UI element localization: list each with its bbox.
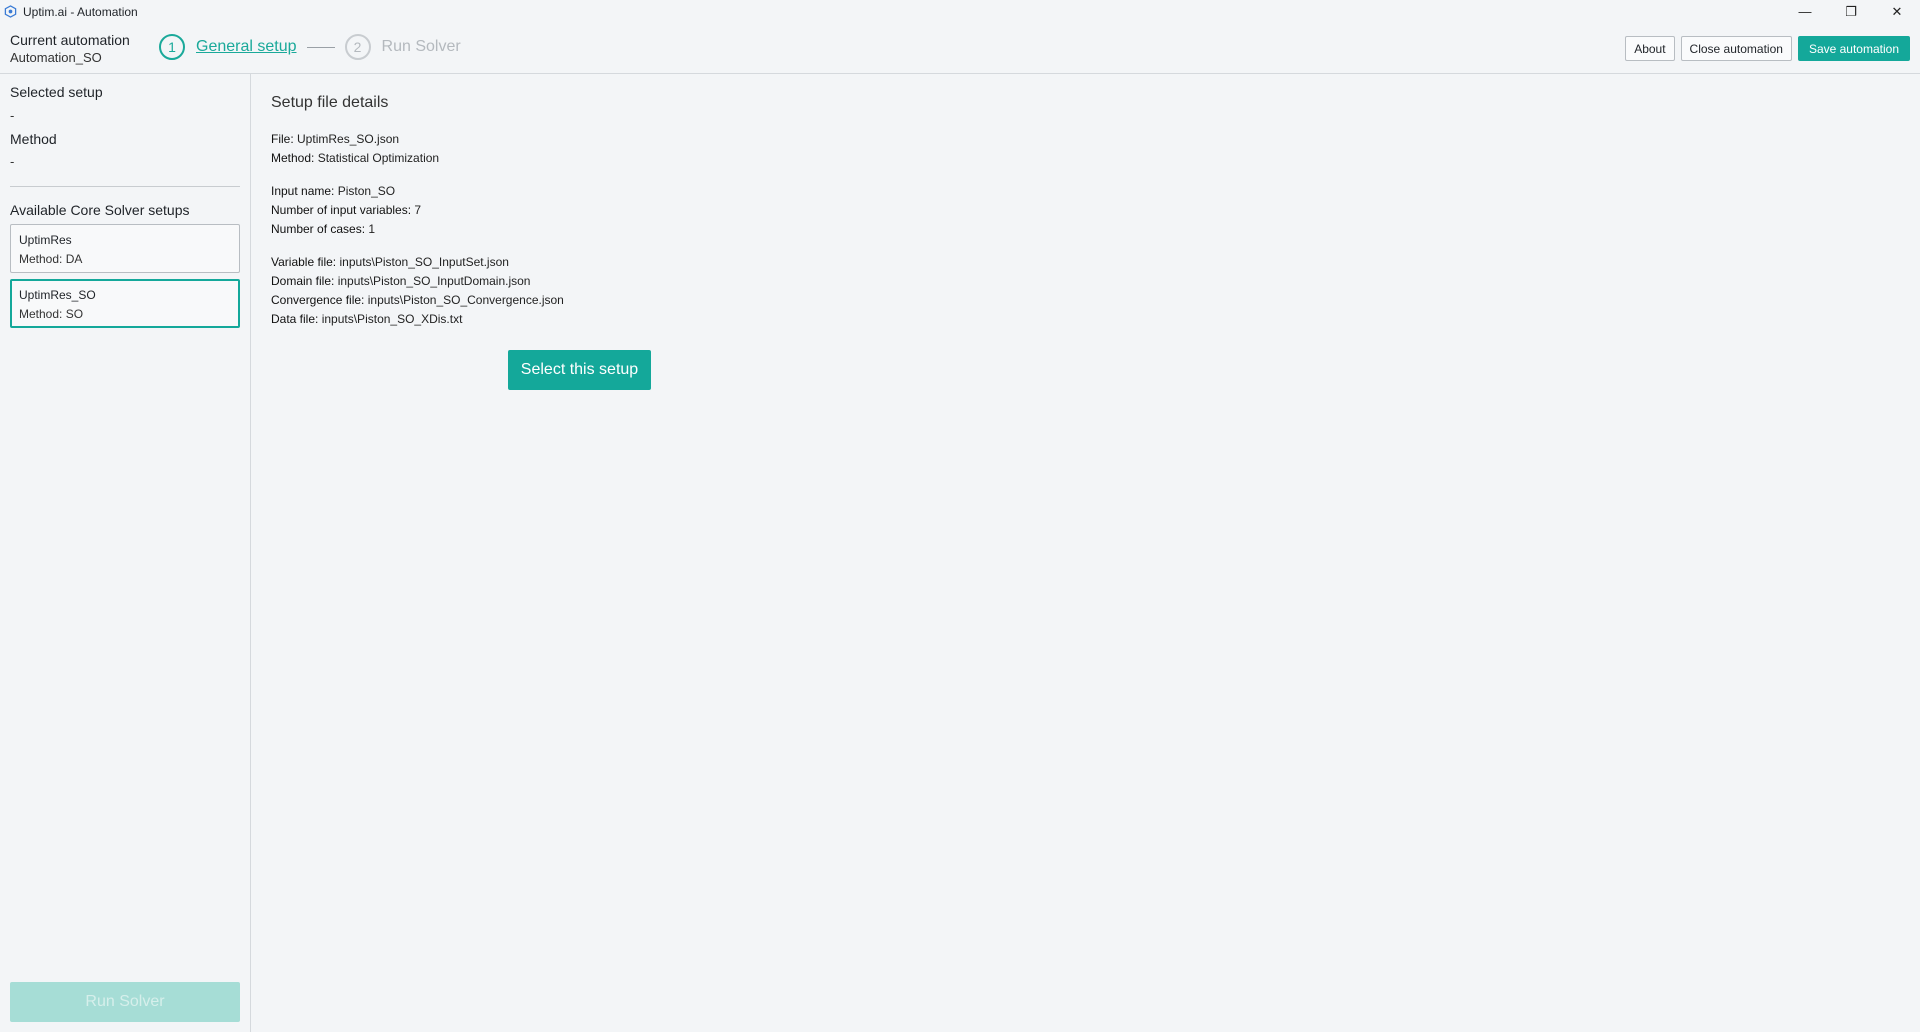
detail-key: Number of input variables: xyxy=(271,203,412,217)
setup-card-name: UptimRes_SO xyxy=(19,288,96,302)
save-automation-button[interactable]: Save automation xyxy=(1797,36,1910,61)
method-label: Method xyxy=(10,131,57,147)
detail-key: Data file: xyxy=(271,312,319,326)
step-general-setup[interactable]: General setup xyxy=(196,38,297,56)
detail-row: Method: Statistical Optimization xyxy=(271,149,439,168)
run-solver-button[interactable]: Run Solver xyxy=(10,982,240,1022)
detail-row: Data file: inputs\Piston_SO_XDis.txt xyxy=(271,310,564,329)
selected-setup-value: - xyxy=(10,108,15,123)
method-value: - xyxy=(10,154,15,169)
detail-value: UptimRes_SO.json xyxy=(297,132,400,146)
detail-row: Variable file: inputs\Piston_SO_InputSet… xyxy=(271,253,564,272)
current-automation-value: Automation_SO xyxy=(10,50,102,65)
detail-row: File: UptimRes_SO.json xyxy=(271,130,439,149)
sidebar-divider xyxy=(10,186,240,187)
stepper: 1 General setup 2 Run Solver xyxy=(159,32,461,62)
detail-key: Method: xyxy=(271,151,315,165)
detail-row: Number of cases: 1 xyxy=(271,220,421,239)
step-1-number: 1 xyxy=(159,34,185,60)
page-title: Setup file details xyxy=(271,94,389,111)
detail-row: Domain file: inputs\Piston_SO_InputDomai… xyxy=(271,272,564,291)
detail-value: inputs\Piston_SO_Convergence.json xyxy=(367,293,564,307)
detail-value: inputs\Piston_SO_InputDomain.json xyxy=(337,274,531,288)
header-buttons: About Close automation Save automation xyxy=(1625,36,1910,61)
setup-card-uptimres[interactable]: UptimRes Method: DA xyxy=(10,224,240,273)
about-button[interactable]: About xyxy=(1625,36,1675,61)
detail-key: Domain file: xyxy=(271,274,335,288)
detail-row: Input name: Piston_SO xyxy=(271,182,421,201)
setup-card-method: Method: DA xyxy=(19,252,83,266)
sidebar: Selected setup - Method - Available Core… xyxy=(0,74,251,1032)
detail-key: Input name: xyxy=(271,184,335,198)
app-header: Current automation Automation_SO 1 Gener… xyxy=(0,23,1920,74)
file-paths: Variable file: inputs\Piston_SO_InputSet… xyxy=(271,253,564,329)
setup-card-uptimres-so[interactable]: UptimRes_SO Method: SO xyxy=(10,279,240,328)
select-setup-button[interactable]: Select this setup xyxy=(508,350,651,390)
detail-value: Piston_SO xyxy=(337,184,396,198)
detail-value: 1 xyxy=(368,222,376,236)
setup-card-method: Method: SO xyxy=(19,307,84,321)
main-panel: Setup file details File: UptimRes_SO.jso… xyxy=(251,74,1920,1032)
detail-key: Variable file: xyxy=(271,255,337,269)
close-automation-button[interactable]: Close automation xyxy=(1680,36,1792,61)
app-logo-icon xyxy=(4,5,17,18)
step-connector xyxy=(306,46,335,48)
available-setups-label: Available Core Solver setups xyxy=(10,202,190,218)
window-title: Uptim.ai - Automation xyxy=(23,4,138,19)
step-2-number: 2 xyxy=(344,34,371,60)
detail-value: 7 xyxy=(414,203,422,217)
step-run-solver[interactable]: Run Solver xyxy=(382,38,461,56)
detail-value: Statistical Optimization xyxy=(317,151,440,165)
current-automation-label: Current automation xyxy=(10,32,130,48)
input-details: Input name: Piston_SO Number of input va… xyxy=(271,182,421,239)
detail-value: inputs\Piston_SO_InputSet.json xyxy=(339,255,509,269)
minimize-icon[interactable]: — xyxy=(1782,0,1828,23)
detail-key: Convergence file: xyxy=(271,293,365,307)
detail-key: Number of cases: xyxy=(271,222,366,236)
file-details: File: UptimRes_SO.json Method: Statistic… xyxy=(271,130,439,168)
detail-row: Convergence file: inputs\Piston_SO_Conve… xyxy=(271,291,564,310)
restore-icon[interactable]: ❐ xyxy=(1828,0,1874,23)
detail-key: File: xyxy=(271,132,294,146)
current-automation: Current automation Automation_SO xyxy=(10,31,130,67)
detail-value: inputs\Piston_SO_XDis.txt xyxy=(321,312,463,326)
close-icon[interactable]: ✕ xyxy=(1874,0,1920,23)
title-bar: Uptim.ai - Automation — ❐ ✕ xyxy=(0,0,1920,23)
setup-card-name: UptimRes xyxy=(19,233,72,247)
window-controls: — ❐ ✕ xyxy=(1782,0,1920,23)
detail-row: Number of input variables: 7 xyxy=(271,201,421,220)
selected-setup-label: Selected setup xyxy=(10,84,103,100)
